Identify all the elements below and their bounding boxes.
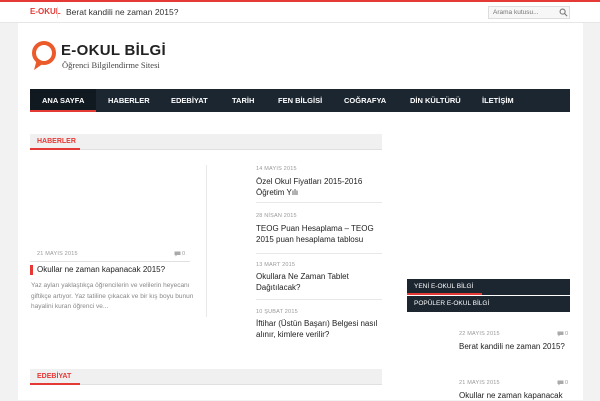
nav-item-haberler[interactable]: HABERLER <box>108 89 150 112</box>
comment-icon <box>557 331 564 337</box>
nav-item-cografya[interactable]: COĞRAFYA <box>344 89 386 112</box>
tab-populer[interactable]: POPÜLER E-OKUL BİLGİ <box>407 296 570 312</box>
sidebar-post-title[interactable]: Okullar ne zaman kapanacak <box>459 390 563 401</box>
nav-item-ana-sayfa[interactable]: ANA SAYFA <box>30 89 96 112</box>
ticker-separator <box>57 7 58 18</box>
section-title-haberler[interactable]: HABERLER <box>37 138 76 145</box>
nav-item-iletisim[interactable]: İLETİŞİM <box>482 89 514 112</box>
comment-icon <box>557 380 564 386</box>
search-icon[interactable] <box>559 8 568 17</box>
news-title[interactable]: TEOG Puan Hesaplama – TEOG 2015 puan hes… <box>256 223 382 245</box>
featured-comment-count[interactable]: 0 <box>182 251 185 257</box>
nav-item-edebiyat[interactable]: EDEBİYAT <box>171 89 208 112</box>
section-title-edebiyat[interactable]: EDEBİYAT <box>37 373 71 380</box>
featured-meta-divider <box>30 261 190 262</box>
featured-title[interactable]: Okullar ne zaman kapanacak 2015? <box>37 264 197 275</box>
search-input[interactable] <box>488 6 570 19</box>
section-header-haberler: HABERLER <box>30 134 382 150</box>
sidebar-post-date: 22 MAYIS 2015 <box>459 331 500 337</box>
tab-yeni-label: YENİ E-OKUL BİLGİ <box>414 283 474 290</box>
section-underline <box>30 383 80 385</box>
news-date: 28 NİSAN 2015 <box>256 213 297 219</box>
site-logo[interactable]: E-OKUL BİLGİ Öğrenci Bilgilendirme Sites… <box>31 40 171 74</box>
section-header-edebiyat: EDEBİYAT <box>30 369 382 385</box>
news-date: 14 MAYIS 2015 <box>256 166 297 172</box>
sidebar-post-comments[interactable]: 0 <box>565 380 568 386</box>
featured-accent-bar <box>30 265 33 275</box>
logo-bubble-icon <box>32 41 56 70</box>
tab-populer-label: POPÜLER E-OKUL BİLGİ <box>414 300 490 307</box>
site-subtitle: Öğrenci Bilgilendirme Sitesi <box>62 60 160 70</box>
main-nav: ANA SAYFA HABERLER EDEBİYAT TARİH FEN Bİ… <box>30 89 570 112</box>
nav-item-tarih[interactable]: TARİH <box>232 89 254 112</box>
comment-icon <box>174 251 181 257</box>
news-title[interactable]: Okullara Ne Zaman Tablet Dağıtılacak? <box>256 271 376 293</box>
news-date: 10 ŞUBAT 2015 <box>256 309 298 315</box>
nav-item-din-kulturu[interactable]: DİN KÜLTÜRÜ <box>410 89 461 112</box>
news-divider <box>256 253 382 254</box>
top-bar: E-OKUL Berat kandili ne zaman 2015? <box>0 2 600 23</box>
news-date: 13 MART 2015 <box>256 262 296 268</box>
news-divider <box>256 202 382 203</box>
section-underline <box>30 148 80 150</box>
news-title[interactable]: İftihar (Üstün Başarı) Belgesi nasıl alı… <box>256 318 382 340</box>
news-divider <box>256 299 382 300</box>
sidebar-post-date: 21 MAYIS 2015 <box>459 380 500 386</box>
tab-yeni[interactable]: YENİ E-OKUL BİLGİ <box>407 279 570 295</box>
nav-item-fen-bilgisi[interactable]: FEN BİLGİSİ <box>278 89 322 112</box>
featured-date: 21 MAYIS 2015 <box>37 251 78 257</box>
sidebar-post-title[interactable]: Berat kandili ne zaman 2015? <box>459 341 565 352</box>
sidebar-post-comments[interactable]: 0 <box>565 331 568 337</box>
site-title: E-OKUL BİLGİ <box>61 42 166 59</box>
column-divider <box>206 165 207 317</box>
news-title[interactable]: Özel Okul Fiyatları 2015-2016 Öğretim Yı… <box>256 176 381 198</box>
tab-active-underline <box>407 293 482 295</box>
featured-excerpt: Yaz ayları yaklaştıkça öğrencilerin ve v… <box>31 282 194 310</box>
ticker-link[interactable]: Berat kandili ne zaman 2015? <box>66 7 178 17</box>
